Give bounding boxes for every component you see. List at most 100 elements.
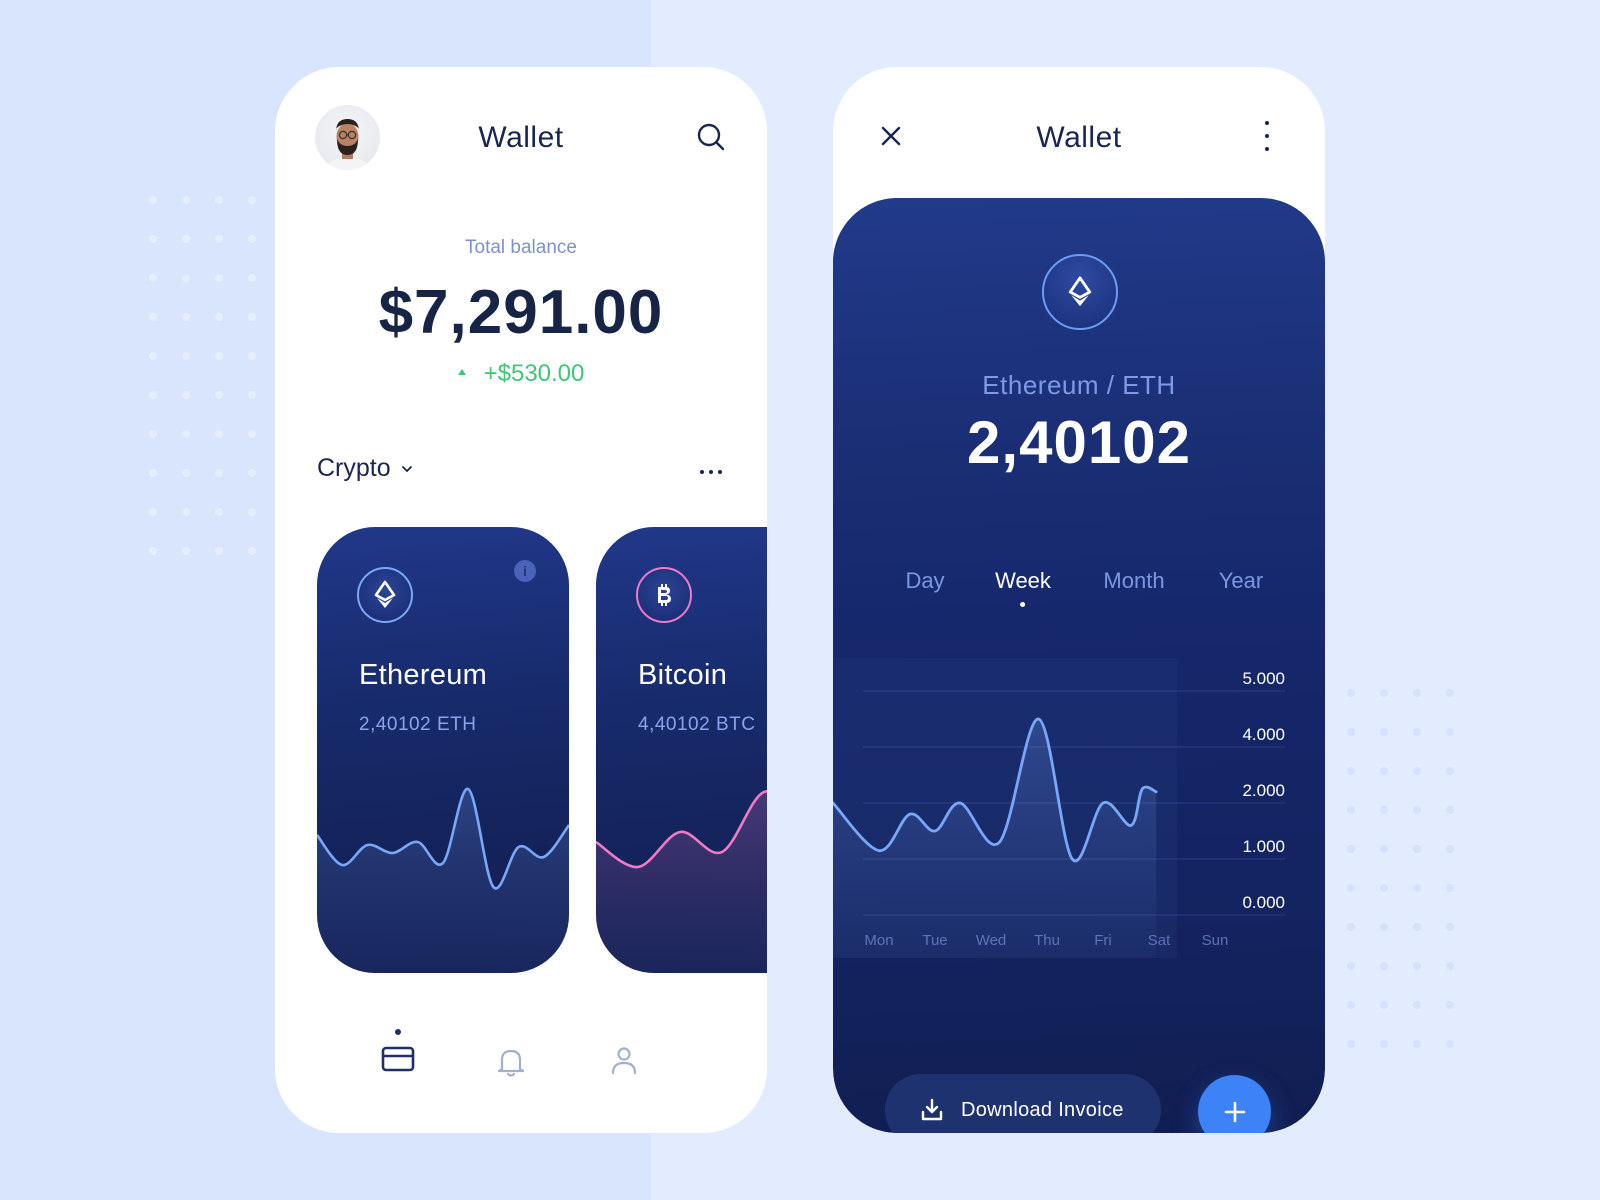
decorative-dot — [149, 196, 157, 204]
decorative-dot — [248, 508, 256, 516]
tab-week[interactable]: Week — [995, 568, 1051, 607]
decorative-dot — [1446, 845, 1454, 853]
decorative-dot — [215, 547, 223, 555]
more-vertical-icon — [1265, 121, 1269, 125]
tab-month[interactable]: Month — [1103, 568, 1164, 594]
user-icon — [611, 1047, 637, 1075]
decorative-dot — [1380, 767, 1388, 775]
nav-notifications[interactable] — [486, 1027, 536, 1087]
decorative-dot — [1347, 767, 1355, 775]
decorative-dot — [1446, 1001, 1454, 1009]
decorative-dot — [1347, 845, 1355, 853]
sparkline-area — [317, 788, 569, 973]
decorative-dot — [1380, 845, 1388, 853]
coin-detail-screen: Wallet Ethereum / ETH 2,40102 Day Week M… — [833, 67, 1325, 1133]
decorative-dot — [215, 508, 223, 516]
decorative-dot — [149, 235, 157, 243]
ethereum-icon — [1042, 254, 1118, 330]
coin-card-bitcoin[interactable]: Bitcoin 4,40102 BTC — [596, 527, 767, 973]
decorative-dot — [1380, 689, 1388, 697]
chevron-down-icon — [401, 465, 412, 472]
y-tick-label: 5.000 — [1242, 669, 1285, 688]
decorative-dot — [1413, 1001, 1421, 1009]
decorative-dot — [149, 469, 157, 477]
coin-pair-label: Ethereum / ETH — [982, 370, 1176, 400]
decorative-dot — [215, 313, 223, 321]
decorative-dot — [1413, 689, 1421, 697]
screen-title: Wallet — [1036, 121, 1122, 154]
decorative-dot — [1446, 962, 1454, 970]
decorative-dot — [248, 352, 256, 360]
decorative-dot — [1413, 923, 1421, 931]
decorative-dot — [248, 274, 256, 282]
decorative-dot — [182, 352, 190, 360]
coin-name: Bitcoin — [638, 659, 728, 691]
decorative-dot — [1413, 767, 1421, 775]
nav-wallet[interactable] — [373, 1027, 423, 1087]
balance-change: +$530.00 — [275, 360, 767, 388]
category-dropdown-label: Crypto — [317, 454, 391, 482]
decorative-dot — [215, 235, 223, 243]
sparkline-chart — [317, 787, 569, 973]
decorative-dot — [215, 391, 223, 399]
decorative-dot — [1380, 884, 1388, 892]
more-options-button[interactable] — [697, 462, 725, 482]
sparkline-area — [596, 791, 767, 973]
add-button[interactable] — [1198, 1075, 1271, 1133]
decorative-dot — [1347, 728, 1355, 736]
decorative-dot — [1413, 1040, 1421, 1048]
decorative-dot — [215, 469, 223, 477]
coin-amount: 2,40102 ETH — [359, 714, 477, 735]
more-options-button[interactable] — [1261, 121, 1273, 151]
section-header: Crypto — [317, 454, 725, 494]
coin-amount: 2,40102 — [967, 409, 1191, 476]
search-button[interactable] — [695, 121, 727, 153]
tab-year[interactable]: Year — [1219, 568, 1263, 594]
wallet-overview-screen: Wallet Total balance $7,291.00 +$530.00 … — [275, 67, 767, 1133]
download-icon — [921, 1098, 943, 1121]
decorative-dot-grid — [149, 196, 256, 555]
x-tick-label: Sun — [1202, 932, 1229, 949]
tab-label: Day — [905, 568, 945, 593]
tab-label: Month — [1103, 568, 1165, 593]
decorative-dot — [149, 508, 157, 516]
total-balance-value: $7,291.00 — [378, 278, 664, 347]
decorative-dot — [182, 430, 190, 438]
decorative-dot — [248, 196, 256, 204]
decorative-dot — [1380, 962, 1388, 970]
decorative-dot — [149, 547, 157, 555]
y-tick-label: 4.000 — [1242, 725, 1285, 744]
download-invoice-button[interactable]: Download Invoice — [885, 1074, 1161, 1133]
y-tick-label: 1.000 — [1242, 837, 1285, 856]
up-arrow-icon — [457, 368, 466, 375]
decorative-dot — [1413, 962, 1421, 970]
decorative-dot — [1380, 1040, 1388, 1048]
y-tick-label: 0.000 — [1242, 893, 1285, 912]
decorative-dot — [182, 508, 190, 516]
decorative-dot — [248, 313, 256, 321]
more-horizontal-icon-dot — [709, 470, 713, 474]
decorative-dot — [149, 352, 157, 360]
y-tick-label: 2.000 — [1242, 781, 1285, 800]
nav-profile[interactable] — [599, 1027, 649, 1087]
bitcoin-icon — [636, 567, 692, 623]
more-vertical-icon-dot — [1265, 147, 1269, 151]
decorative-dot — [1380, 923, 1388, 931]
tab-day[interactable]: Day — [905, 568, 944, 594]
more-vertical-icon-dot — [1265, 134, 1269, 138]
decorative-dot — [1446, 1040, 1454, 1048]
decorative-dot — [215, 274, 223, 282]
decorative-dot — [182, 469, 190, 477]
category-dropdown[interactable]: Crypto — [317, 454, 413, 483]
decorative-dot — [149, 313, 157, 321]
bell-icon — [497, 1049, 525, 1077]
info-icon[interactable]: i — [514, 560, 536, 582]
decorative-dot — [248, 430, 256, 438]
decorative-dot — [1413, 806, 1421, 814]
decorative-dot — [149, 274, 157, 282]
coin-card-ethereum[interactable]: i Ethereum 2,40102 ETH — [317, 527, 569, 973]
decorative-dot — [149, 391, 157, 399]
search-icon — [697, 123, 725, 151]
coin-amount: 4,40102 BTC — [638, 714, 756, 735]
decorative-dot — [1413, 845, 1421, 853]
